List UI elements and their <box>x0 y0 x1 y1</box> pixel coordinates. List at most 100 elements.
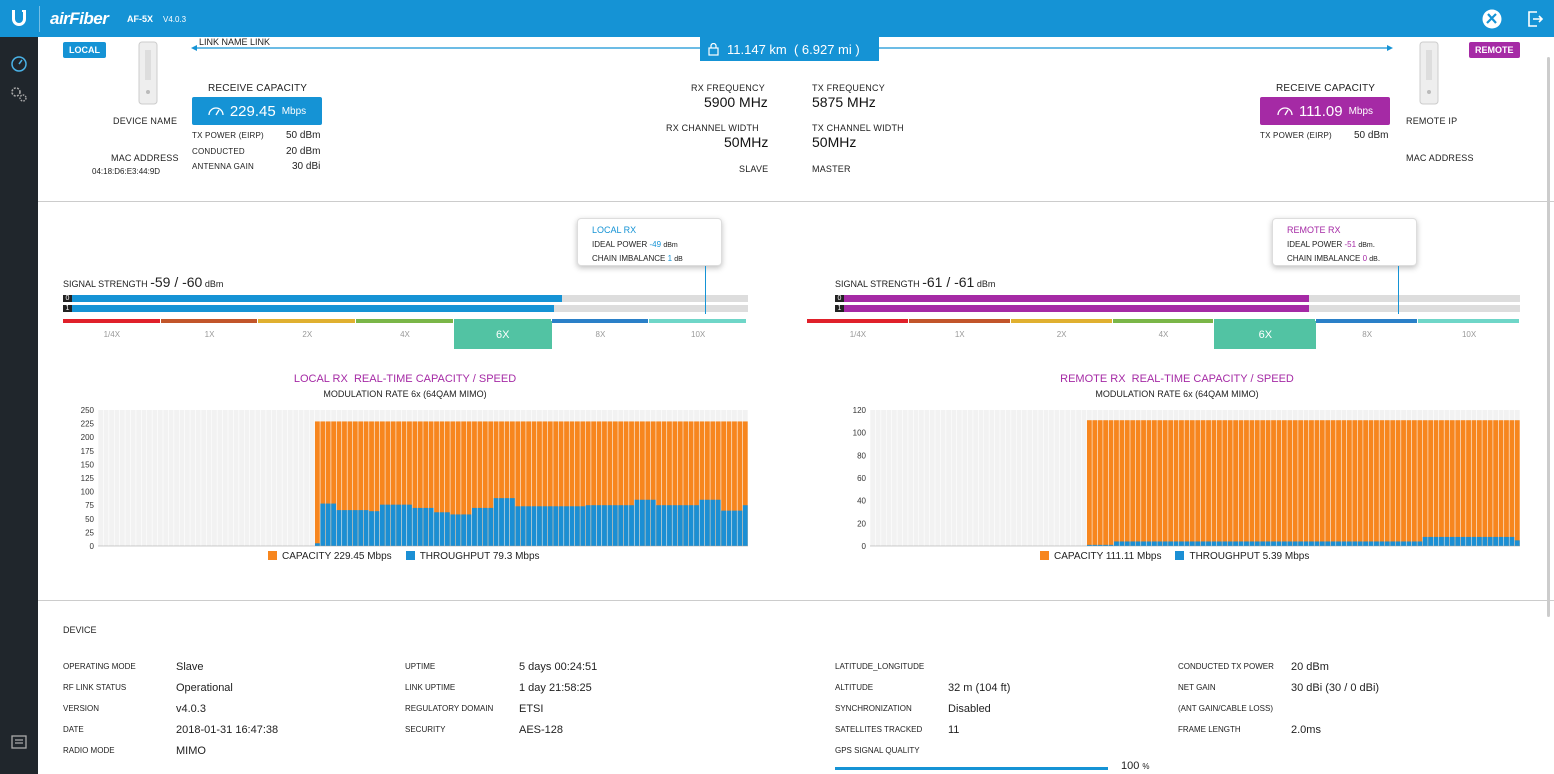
chart-bar-background <box>1076 410 1081 546</box>
throughput-bar <box>704 499 710 546</box>
throughput-bar <box>639 499 645 546</box>
modulation-segment <box>1316 319 1418 323</box>
throughput-bar <box>602 505 607 546</box>
remote-chart-title-prefix: REMOTE RX <box>1060 373 1126 385</box>
local-rx-tooltip: LOCAL RX IDEAL POWER -49 dBm CHAIN IMBAL… <box>577 218 722 266</box>
throughput-bar <box>1460 536 1466 546</box>
throughput-bar <box>1379 541 1385 546</box>
throughput-bar <box>1227 541 1233 546</box>
capacity-bar <box>1482 420 1488 546</box>
capacity-bar <box>1119 420 1125 546</box>
throughput-bar <box>710 499 716 546</box>
chain-1-index: 1 <box>63 305 72 312</box>
device-field-value: 20 dBm <box>1291 661 1329 673</box>
y-tick-label: 200 <box>81 433 95 442</box>
gears-icon[interactable] <box>9 85 29 103</box>
capacity-bar <box>1146 420 1152 546</box>
chart-bar-background <box>217 410 223 546</box>
modulation-segment <box>908 319 1010 323</box>
chart-bar-background <box>201 410 207 546</box>
throughput-bar <box>1374 541 1379 546</box>
capacity-bar <box>1292 420 1298 546</box>
throughput-bar <box>564 506 569 546</box>
chart-bar-background <box>1038 410 1044 546</box>
throughput-bar <box>1141 541 1146 546</box>
throughput-bar <box>396 504 402 546</box>
chart-bar-background <box>282 410 288 546</box>
capacity-bar <box>1189 420 1195 546</box>
device-field-label: RADIO MODE <box>63 746 115 755</box>
throughput-bar <box>688 505 694 546</box>
capacity-bar <box>1341 420 1347 546</box>
y-tick-label: 60 <box>857 474 866 483</box>
chain-imbalance-unit: dB <box>674 256 683 263</box>
local-capacity-unit: Mbps <box>281 105 307 117</box>
remote-ip-label: REMOTE IP <box>1406 116 1458 126</box>
capacity-bar <box>1168 420 1174 546</box>
chart-bar-background <box>119 410 125 546</box>
throughput-bar <box>667 505 672 546</box>
remote-chart-legend: CAPACITY 111.11 Mbps THROUGHPUT 5.39 Mbp… <box>1040 551 1309 562</box>
capacity-bar <box>1206 420 1211 546</box>
chart-bar-background <box>962 410 968 546</box>
device-field-value: 2.0ms <box>1291 724 1321 736</box>
capacity-bar <box>1179 420 1184 546</box>
throughput-bar <box>466 514 472 546</box>
capacity-bar <box>1086 420 1092 546</box>
throughput-bar <box>1222 541 1228 546</box>
legend-throughput-text: THROUGHPUT 79.3 Mbps <box>419 551 540 562</box>
tools-icon[interactable] <box>1482 9 1502 29</box>
throughput-bar <box>1309 541 1314 546</box>
scrollbar[interactable] <box>1547 57 1550 617</box>
log-icon[interactable] <box>11 735 27 749</box>
remote-ideal-power-marker <box>1398 266 1400 314</box>
throughput-bar <box>721 510 727 546</box>
local-capacity-value: 229.45 <box>229 102 276 120</box>
tx-frequency-value: 5875 MHz <box>812 94 876 110</box>
device-field-label: GPS SIGNAL QUALITY <box>835 746 920 755</box>
throughput-bar <box>558 506 564 546</box>
local-capacity-chart: 0 25 50 75 100 125 150 175 200 225 250 <box>81 406 748 551</box>
sidebar <box>0 37 38 774</box>
throughput-bar <box>504 498 510 546</box>
chain-imbalance-label: CHAIN IMBALANCE <box>592 254 666 263</box>
throughput-bar <box>1455 536 1461 546</box>
throughput-bar <box>1401 541 1406 546</box>
distance-box: 11.147 km ( 6.927 mi ) <box>700 37 879 61</box>
y-tick-label: 25 <box>85 528 94 537</box>
signal-strength-label: SIGNAL STRENGTH <box>835 279 920 289</box>
remote-rx-tooltip: REMOTE RX IDEAL POWER -51 dBm. CHAIN IMB… <box>1272 218 1417 266</box>
device-field-value: 30 dBi (30 / 0 dBi) <box>1291 682 1380 694</box>
throughput-bar <box>645 499 651 546</box>
throughput-bar <box>331 503 337 546</box>
capacity-bar <box>1466 420 1471 546</box>
chain-0-index: 0 <box>835 295 844 302</box>
chart-bar-background <box>136 410 142 546</box>
throughput-bar <box>1493 536 1499 546</box>
throughput-bar <box>694 505 699 546</box>
throughput-bar <box>526 506 532 546</box>
throughput-bar <box>612 505 618 546</box>
throughput-bar <box>320 503 326 546</box>
chart-bar-background <box>168 410 174 546</box>
speedometer-icon <box>1277 107 1293 116</box>
ubiquiti-u-logo[interactable] <box>8 7 30 29</box>
capacity-bar <box>1330 420 1336 546</box>
chart-bar-background <box>940 410 946 546</box>
capacity-bar <box>1509 420 1515 546</box>
remote-role: MASTER <box>812 164 851 174</box>
remote-badge: REMOTE <box>1469 42 1520 58</box>
logout-icon[interactable] <box>1526 10 1544 28</box>
y-tick-label: 225 <box>81 420 95 429</box>
capacity-bar <box>1254 420 1260 546</box>
dashboard-gauge-icon[interactable] <box>10 55 28 73</box>
modulation-selected: 6X <box>453 321 552 349</box>
throughput-bar <box>1206 541 1211 546</box>
throughput-bar <box>515 506 521 546</box>
capacity-bar <box>1357 420 1363 546</box>
chart-bar-background <box>190 410 196 546</box>
capacity-bar <box>1211 420 1217 546</box>
throughput-bar <box>1444 536 1450 546</box>
throughput-bar <box>347 510 353 546</box>
chain-imbalance-value: 0 <box>1362 254 1368 263</box>
